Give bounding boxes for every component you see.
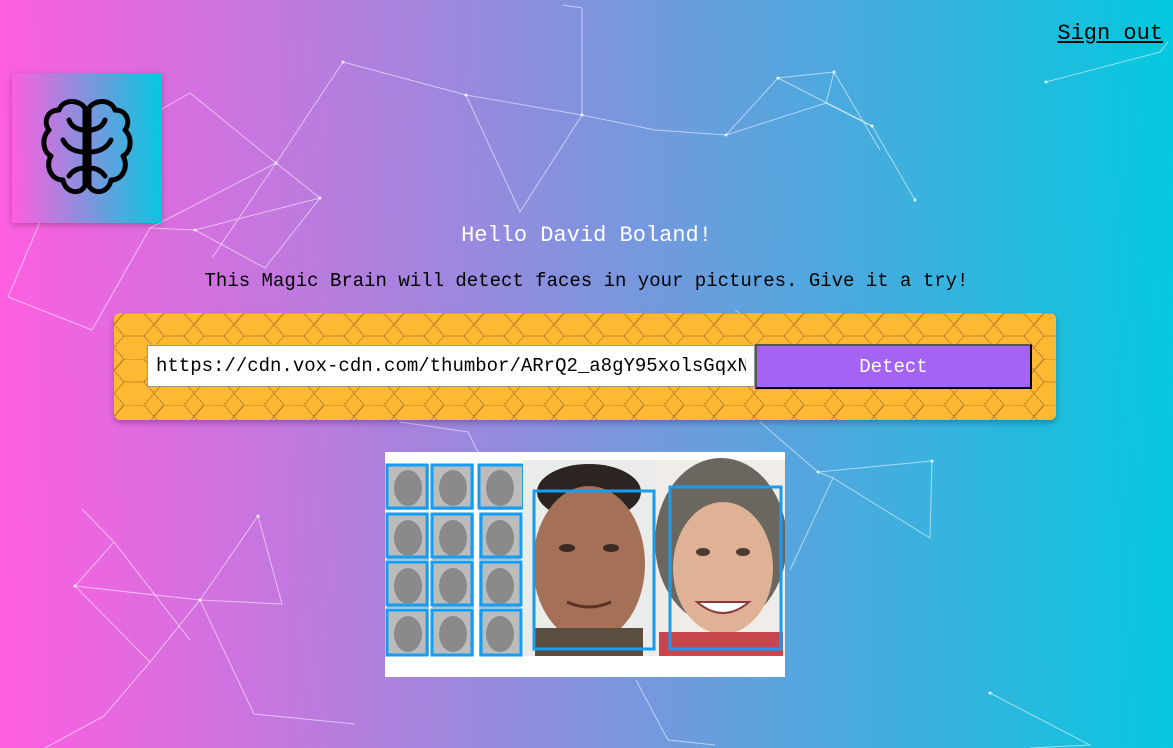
tagline: This Magic Brain will detect faces in yo… bbox=[204, 270, 969, 292]
result-image bbox=[385, 452, 787, 677]
face-thumbnail-grid bbox=[385, 463, 525, 657]
logo bbox=[12, 73, 162, 223]
greeting: Hello David Boland! bbox=[461, 223, 712, 248]
detect-button[interactable]: Detect bbox=[755, 344, 1032, 389]
image-url-input[interactable] bbox=[147, 345, 755, 387]
face-photo-man bbox=[523, 460, 655, 656]
image-url-form: Detect bbox=[114, 313, 1056, 420]
brain-icon bbox=[41, 99, 133, 195]
sign-out-link[interactable]: Sign out bbox=[1057, 21, 1163, 46]
